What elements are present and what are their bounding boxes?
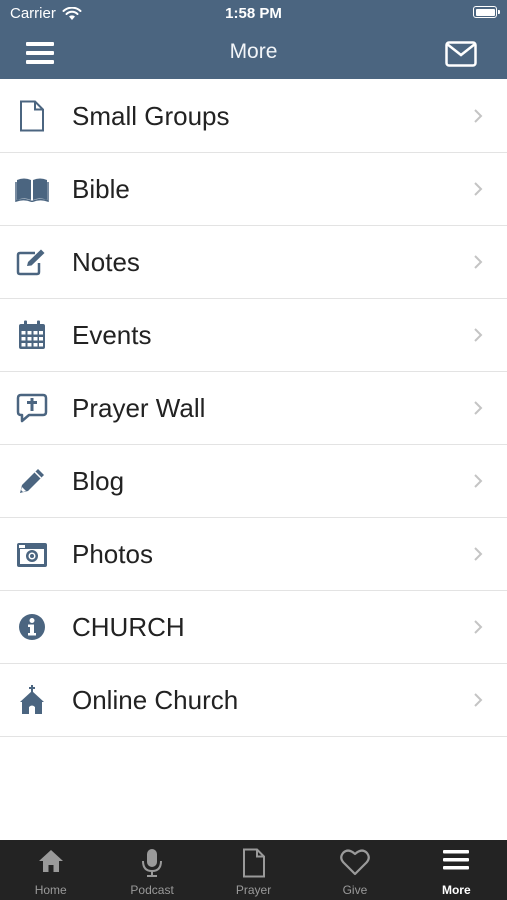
battery-icon	[473, 6, 500, 18]
church-icon	[15, 683, 49, 717]
menu-item-label: Prayer Wall	[72, 393, 206, 423]
status-time: 1:58 PM	[225, 5, 282, 22]
chevron-right-icon	[474, 255, 483, 269]
more-icon	[441, 848, 471, 878]
menu-item-label: Photos	[72, 539, 153, 569]
menu-item-events[interactable]: Events	[0, 299, 507, 372]
chevron-right-icon	[474, 182, 483, 196]
tab-home[interactable]: Home	[0, 840, 101, 900]
microphone-icon	[137, 848, 167, 878]
chevron-right-icon	[474, 474, 483, 488]
chevron-right-icon	[474, 401, 483, 415]
tab-label: Prayer	[235, 883, 272, 897]
tab-label: Home	[34, 883, 67, 897]
menu-item-label: Small Groups	[72, 101, 230, 131]
envelope-icon[interactable]	[445, 41, 477, 67]
menu-item-notes[interactable]: Notes	[0, 226, 507, 299]
tab-give[interactable]: Give	[304, 840, 405, 900]
menu-item-label: Notes	[72, 247, 140, 277]
chevron-right-icon	[474, 328, 483, 342]
menu-item-label: Bible	[72, 174, 130, 204]
document-icon	[239, 848, 269, 878]
tab-prayer[interactable]: Prayer	[203, 840, 304, 900]
menu-item-church[interactable]: CHURCH	[0, 591, 507, 664]
menu-item-online-church[interactable]: Online Church	[0, 664, 507, 737]
chevron-right-icon	[474, 693, 483, 707]
tab-more[interactable]: More	[406, 840, 507, 900]
heart-icon	[340, 848, 370, 878]
chevron-right-icon	[474, 620, 483, 634]
page-title: More	[229, 40, 278, 63]
menu-item-photos[interactable]: Photos	[0, 518, 507, 591]
tab-label: Give	[342, 883, 368, 897]
menu-item-prayer-wall[interactable]: Prayer Wall	[0, 372, 507, 445]
chevron-right-icon	[474, 547, 483, 561]
menu-item-label: Online Church	[72, 685, 239, 715]
menu-item-bible[interactable]: Bible	[0, 153, 507, 226]
more-menu-list: Small Groups Bible Notes Events Prayer W…	[0, 80, 507, 737]
nav-header: Carrier 1:58 PM More	[0, 0, 507, 79]
menu-item-blog[interactable]: Blog	[0, 445, 507, 518]
pencil-icon	[15, 464, 49, 498]
edit-note-icon	[15, 245, 49, 279]
bottom-tab-bar: Home Podcast Prayer Give More	[0, 840, 507, 900]
menu-item-label: CHURCH	[72, 612, 185, 642]
menu-item-small-groups[interactable]: Small Groups	[0, 80, 507, 153]
tab-podcast[interactable]: Podcast	[101, 840, 202, 900]
menu-item-label: Events	[72, 320, 152, 350]
camera-icon	[15, 537, 49, 571]
prayer-bubble-icon	[15, 391, 49, 425]
open-book-icon	[15, 172, 49, 206]
info-icon	[15, 610, 49, 644]
menu-item-label: Blog	[72, 466, 125, 496]
home-icon	[36, 848, 66, 878]
chevron-right-icon	[474, 109, 483, 123]
tab-label: More	[441, 883, 471, 897]
document-icon	[15, 99, 49, 133]
tab-label: Podcast	[130, 883, 174, 897]
calendar-icon	[15, 318, 49, 352]
